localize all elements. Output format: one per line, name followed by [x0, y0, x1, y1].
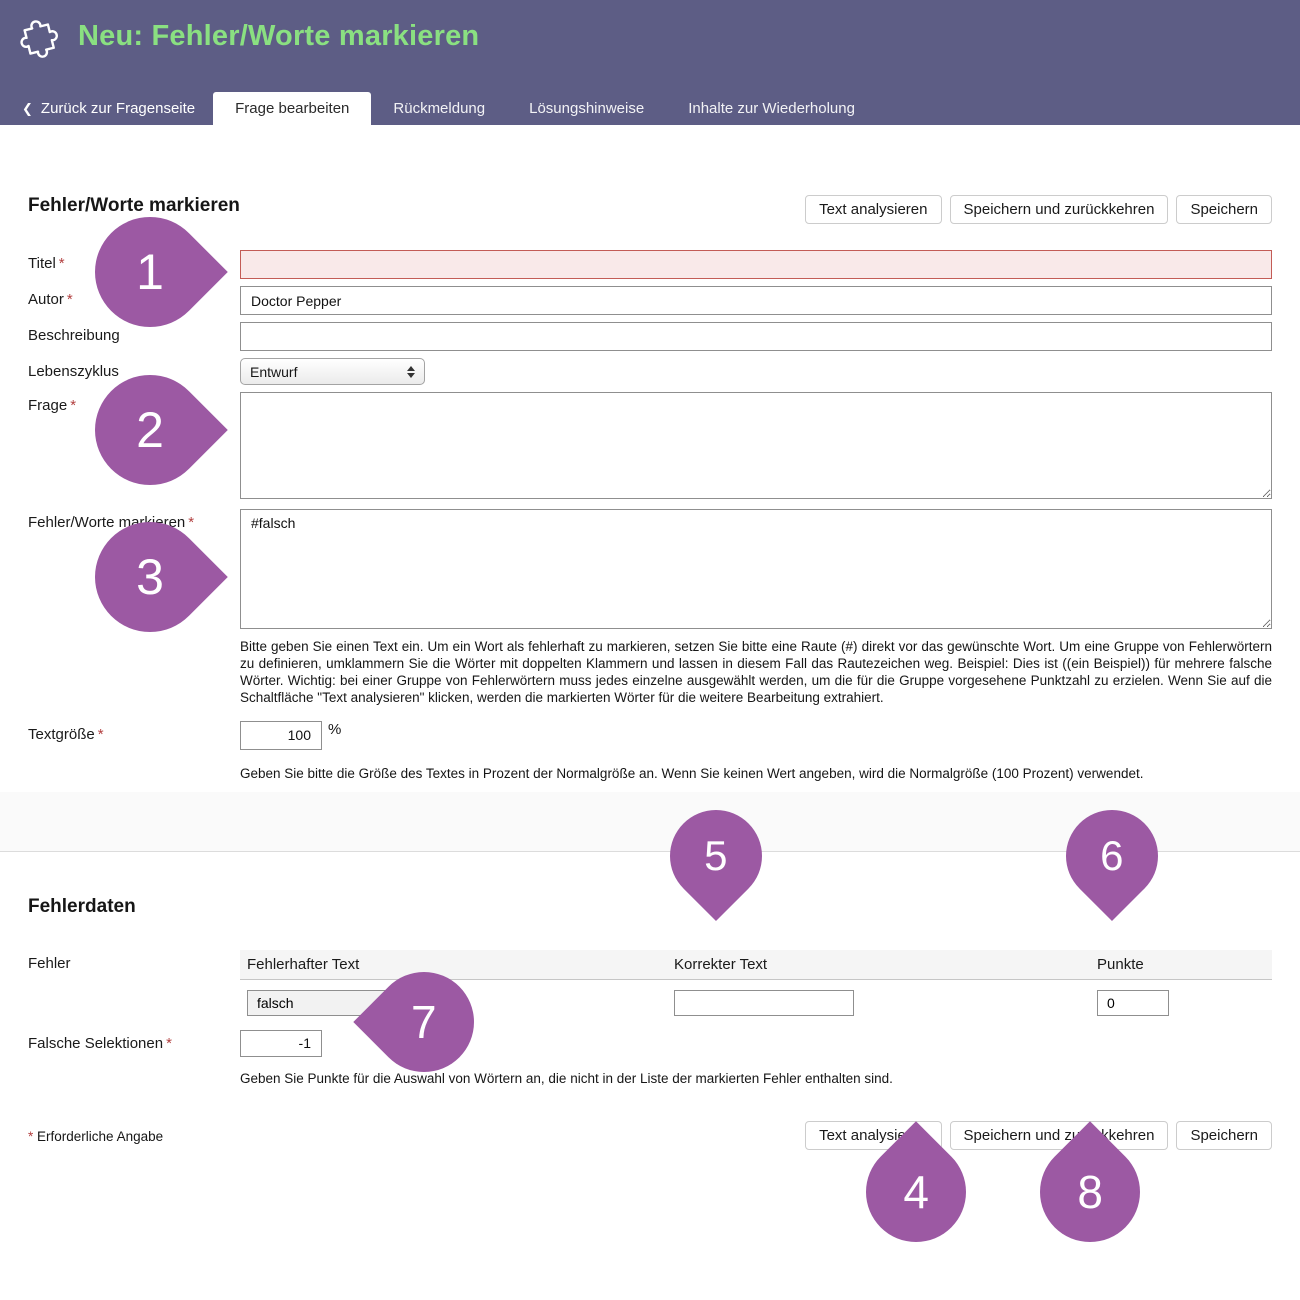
header-brand: Neu: Fehler/Worte markieren	[18, 14, 479, 58]
tab-inhalte-zur-wiederholung[interactable]: Inhalte zur Wiederholung	[666, 92, 877, 125]
tab-rueckmeldung[interactable]: Rückmeldung	[371, 92, 507, 125]
textgroesse-label: Textgröße	[28, 726, 95, 743]
lebenszyklus-label: Lebenszyklus	[28, 363, 119, 380]
row-falsche-selektionen: Falsche Selektionen* Geben Sie Punkte fü…	[28, 1030, 1272, 1087]
row-fehler-worte: Fehler/Worte markieren* #falsch Bitte ge…	[28, 509, 1272, 707]
autor-label: Autor	[28, 291, 64, 308]
save-and-return-button-top[interactable]: Speichern und zurückkehren	[950, 195, 1169, 224]
fehler-label: Fehler	[28, 955, 71, 972]
beschreibung-label: Beschreibung	[28, 327, 120, 344]
back-to-question-page-link[interactable]: ❮ Zurück zur Fragenseite	[18, 92, 213, 125]
row-frage: Frage*	[28, 392, 1272, 499]
row-textgroesse: Textgröße* % Geben Sie bitte die Größe d…	[28, 721, 1272, 782]
tab-loesungshinweise[interactable]: Lösungshinweise	[507, 92, 666, 125]
autor-input[interactable]	[240, 286, 1272, 315]
punkte-input[interactable]	[1097, 990, 1169, 1016]
tab-frage-bearbeiten[interactable]: Frage bearbeiten	[213, 92, 371, 125]
page-title: Neu: Fehler/Worte markieren	[78, 20, 479, 53]
select-stepper-icon	[407, 366, 415, 378]
fehler-table-header: Fehlerhafter Text Korrekter Text Punkte	[240, 950, 1272, 980]
required-asterisk: *	[28, 1129, 33, 1144]
falsche-selektionen-input[interactable]	[240, 1030, 322, 1057]
required-asterisk: *	[188, 514, 194, 531]
app-header: Neu: Fehler/Worte markieren ❮ Zurück zur…	[0, 0, 1300, 125]
required-asterisk: *	[166, 1035, 172, 1052]
tab-bar: ❮ Zurück zur Fragenseite Frage bearbeite…	[18, 92, 877, 125]
required-note: * Erforderliche Angabe	[28, 1121, 163, 1144]
save-button-bottom[interactable]: Speichern	[1176, 1121, 1272, 1150]
textgroesse-input[interactable]	[240, 721, 322, 750]
titel-input[interactable]	[240, 250, 1272, 279]
form-title: Fehler/Worte markieren	[28, 195, 240, 217]
bottom-action-buttons: Text analysieren Speichern und zurückkeh…	[805, 1121, 1272, 1150]
back-link-label: Zurück zur Fragenseite	[41, 92, 195, 125]
titel-label: Titel	[28, 255, 56, 272]
required-asterisk: *	[98, 726, 104, 743]
falsche-selektionen-label: Falsche Selektionen	[28, 1035, 163, 1052]
top-action-buttons: Text analysieren Speichern und zurückkeh…	[805, 195, 1272, 224]
textgroesse-label-wrap: Textgröße*	[28, 721, 240, 782]
frage-label: Frage	[28, 397, 67, 414]
column-korrekter-text: Korrekter Text	[667, 956, 1090, 973]
frage-textarea[interactable]	[240, 392, 1272, 499]
lebenszyklus-select[interactable]: Entwurf	[240, 358, 425, 385]
column-fehlerhafter-text: Fehlerhafter Text	[240, 956, 667, 973]
korrekter-text-input[interactable]	[674, 990, 854, 1016]
row-autor: Autor*	[28, 286, 1272, 315]
save-and-return-button-bottom[interactable]: Speichern und zurückkehren	[950, 1121, 1169, 1150]
falsche-selektionen-label-wrap: Falsche Selektionen*	[28, 1030, 240, 1087]
fehler-worte-help-text: Bitte geben Sie einen Text ein. Um ein W…	[240, 638, 1272, 707]
save-button-top[interactable]: Speichern	[1176, 195, 1272, 224]
lebenszyklus-selected-value: Entwurf	[250, 364, 297, 380]
percent-suffix: %	[328, 721, 341, 738]
row-fehler-table: Fehler Fehlerhafter Text Korrekter Text …	[28, 950, 1272, 1016]
beschreibung-input[interactable]	[240, 322, 1272, 351]
fehler-worte-textarea[interactable]: #falsch	[240, 509, 1272, 629]
required-note-label: Erforderliche Angabe	[37, 1129, 163, 1144]
analyze-text-button-top[interactable]: Text analysieren	[805, 195, 941, 224]
row-beschreibung: Beschreibung	[28, 322, 1272, 351]
falsche-selektionen-help-text: Geben Sie Punkte für die Auswahl von Wör…	[240, 1070, 1272, 1087]
puzzle-icon	[18, 14, 64, 58]
required-asterisk: *	[67, 291, 73, 308]
required-asterisk: *	[59, 255, 65, 272]
row-lebenszyklus: Lebenszyklus Entwurf	[28, 358, 1272, 385]
chevron-left-icon: ❮	[22, 92, 33, 125]
required-asterisk: *	[70, 397, 76, 414]
fehlerdaten-title: Fehlerdaten	[28, 896, 1272, 918]
form-header: Fehler/Worte markieren Text analysieren …	[28, 125, 1272, 224]
column-punkte: Punkte	[1090, 956, 1272, 973]
textgroesse-help-text: Geben Sie bitte die Größe des Textes in …	[240, 765, 1272, 782]
